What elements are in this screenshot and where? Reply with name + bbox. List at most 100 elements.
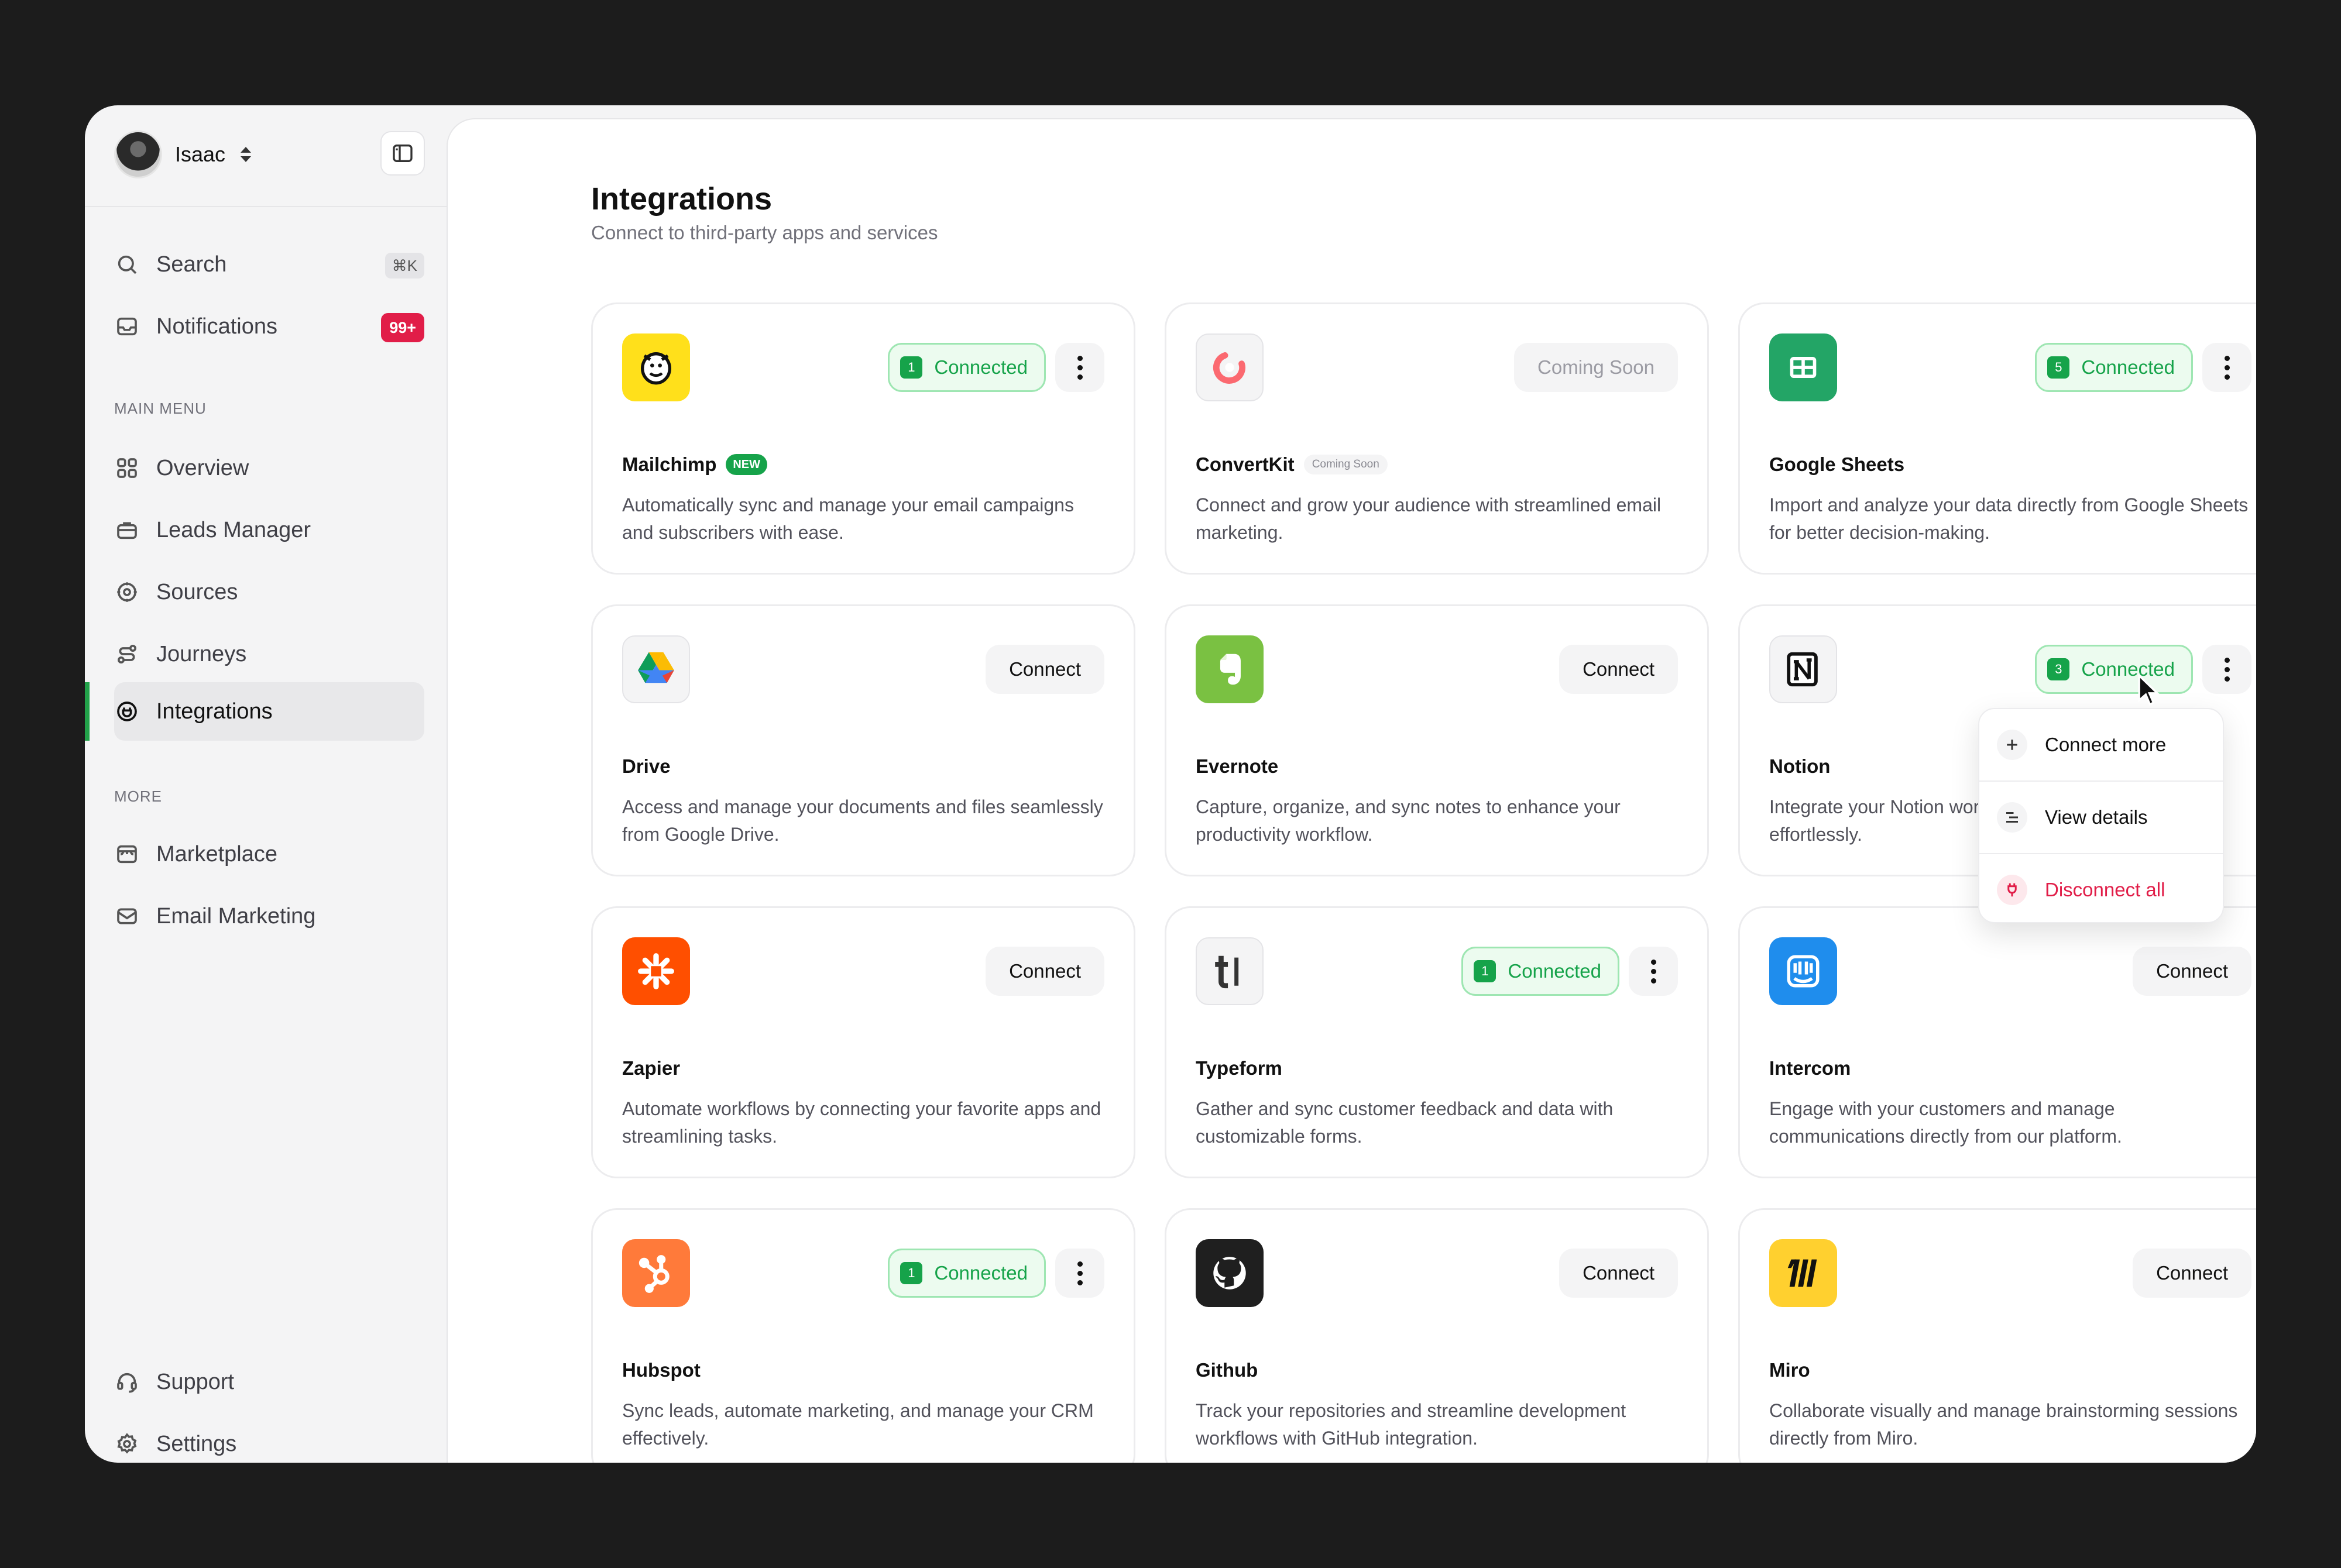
sidebar-item-search[interactable]: Search ⌘K [114, 235, 424, 294]
mouse-cursor-icon [2138, 674, 2160, 706]
connect-button[interactable]: Connect [1559, 645, 1678, 694]
grid-icon [114, 455, 140, 481]
sidebar-item-label: Notifications [156, 314, 277, 339]
card-title-text: ConvertKit [1196, 453, 1295, 475]
connected-label: Connected [2081, 658, 2175, 680]
menu-item-connect-more[interactable]: Connect more [1979, 709, 2223, 780]
integration-card-intercom: Connect Intercom Engage with your custom… [1738, 906, 2256, 1178]
sidebar-item-support[interactable]: Support [114, 1353, 424, 1411]
new-badge: NEW [726, 454, 768, 475]
connected-label: Connected [934, 1262, 1028, 1284]
sidebar-item-email-marketing[interactable]: Email Marketing [114, 887, 424, 945]
sidebar-item-label: Overview [156, 455, 249, 480]
sidebar-item-leads-manager[interactable]: Leads Manager [114, 501, 424, 559]
miro-icon [1769, 1239, 1837, 1307]
sidebar-item-sources[interactable]: Sources [114, 563, 424, 621]
connection-count: 1 [900, 356, 923, 379]
sidebar-toggle-button[interactable] [380, 131, 425, 176]
card-description: Import and analyze your data directly fr… [1769, 494, 2249, 543]
sidebar-item-label: Support [156, 1369, 235, 1394]
connect-button[interactable]: Connect [2133, 947, 2251, 996]
sidebar-divider [85, 206, 447, 207]
google-sheets-icon [1769, 333, 1837, 401]
connection-count: 3 [2047, 658, 2070, 680]
card-description: Engage with your customers and manage co… [1769, 1098, 2122, 1147]
google-drive-icon [622, 635, 690, 703]
connected-label: Connected [2081, 356, 2175, 378]
user-switcher[interactable]: Isaac [114, 130, 255, 178]
connected-label: Connected [934, 356, 1028, 378]
connect-button[interactable]: Connect [1559, 1249, 1678, 1298]
sidebar-item-label: Sources [156, 579, 238, 604]
sidebar-item-overview[interactable]: Overview [114, 439, 424, 497]
card-description: Collaborate visually and manage brainsto… [1769, 1400, 2238, 1449]
section-label-main-menu: MAIN MENU [114, 400, 207, 417]
card-title: Miro [1769, 1359, 1810, 1381]
sidebar-item-journeys[interactable]: Journeys [114, 625, 424, 683]
integration-card-hubspot: 1 Connected Hubspot Sync leads, automate … [591, 1208, 1135, 1463]
mail-icon [114, 903, 140, 929]
connect-button[interactable]: Connect [986, 947, 1104, 996]
connected-status-button[interactable]: 1 Connected [888, 1249, 1046, 1298]
plus-icon [1997, 730, 2027, 760]
integration-card-zapier: Connect Zapier Automate workflows by con… [591, 906, 1135, 1178]
more-options-button[interactable] [2202, 645, 2251, 694]
sidebar-item-marketplace[interactable]: Marketplace [114, 825, 424, 883]
connect-button[interactable]: Connect [986, 645, 1104, 694]
more-options-button[interactable] [1629, 947, 1678, 996]
hubspot-icon [622, 1239, 690, 1307]
card-description: Sync leads, automate marketing, and mana… [622, 1400, 1094, 1449]
connected-label: Connected [1508, 960, 1601, 982]
connection-count: 1 [1474, 960, 1496, 982]
sidebar-item-integrations[interactable]: Integrations [114, 682, 424, 741]
github-icon [1196, 1239, 1264, 1307]
sidebar-item-label: Settings [156, 1431, 237, 1456]
integration-card-google-sheets: 5 Connected Google Sheets Import and anal… [1738, 302, 2256, 575]
menu-item-view-details[interactable]: View details [1979, 782, 2223, 853]
section-label-more: MORE [114, 788, 162, 805]
menu-item-label: View details [2045, 806, 2148, 828]
coming-soon-badge: Coming Soon [1303, 455, 1388, 474]
card-description: Automatically sync and manage your email… [622, 494, 1074, 543]
notification-count-badge: 99+ [381, 313, 424, 342]
shortcut-badge: ⌘K [385, 253, 424, 278]
card-title: Zapier [622, 1057, 681, 1079]
notion-icon [1769, 635, 1837, 703]
sidebar-item-label: Search [156, 252, 227, 277]
menu-item-disconnect-all[interactable]: Disconnect all [1979, 854, 2223, 926]
integration-card-typeform: 1 Connected Typeform Gather and sync cust… [1165, 906, 1709, 1178]
more-options-button[interactable] [2202, 343, 2251, 392]
plug-circle-icon [114, 699, 140, 724]
sidebar-item-label: Marketplace [156, 841, 277, 866]
more-options-button[interactable] [1055, 1249, 1104, 1298]
card-description: Connect and grow your audience with stre… [1196, 494, 1662, 543]
more-options-button[interactable] [1055, 343, 1104, 392]
app-window: Isaac Search ⌘K Notifications 99+ MAIN M… [85, 105, 2256, 1463]
evernote-icon [1196, 635, 1264, 703]
card-description: Automate workflows by connecting your fa… [622, 1098, 1101, 1147]
sidebar-item-label: Email Marketing [156, 903, 316, 929]
integration-card-mailchimp: 1 Connected Mailchimp NEW Automatically sy… [591, 302, 1135, 575]
integration-card-miro: Connect Miro Collaborate visually and ma… [1738, 1208, 2256, 1463]
inbox-icon [114, 314, 140, 339]
integration-card-convertkit: Coming Soon ConvertKit Coming Soon Connec… [1165, 302, 1709, 575]
connected-status-button[interactable]: 3 Connected [2035, 645, 2193, 694]
route-icon [114, 641, 140, 667]
connected-status-button[interactable]: 1 Connected [1461, 947, 1619, 996]
card-title: Hubspot [622, 1359, 701, 1381]
gear-icon [114, 1431, 140, 1457]
connect-button[interactable]: Connect [2133, 1249, 2251, 1298]
sidebar-item-settings[interactable]: Settings [114, 1415, 424, 1463]
sidebar-item-notifications[interactable]: Notifications 99+ [114, 297, 424, 356]
card-description: Track your repositories and streamline d… [1196, 1400, 1626, 1449]
connected-status-button[interactable]: 5 Connected [2035, 343, 2193, 392]
briefcase-icon [114, 517, 140, 543]
sidebar: Isaac Search ⌘K Notifications 99+ MAIN M… [85, 105, 447, 1463]
active-indicator [85, 682, 90, 741]
menu-item-label: Connect more [2045, 734, 2167, 755]
user-name: Isaac [175, 142, 226, 166]
card-title: Notion [1769, 755, 1831, 777]
connected-status-button[interactable]: 1 Connected [888, 343, 1046, 392]
avatar [114, 130, 162, 178]
card-description: Gather and sync customer feedback and da… [1196, 1098, 1614, 1147]
